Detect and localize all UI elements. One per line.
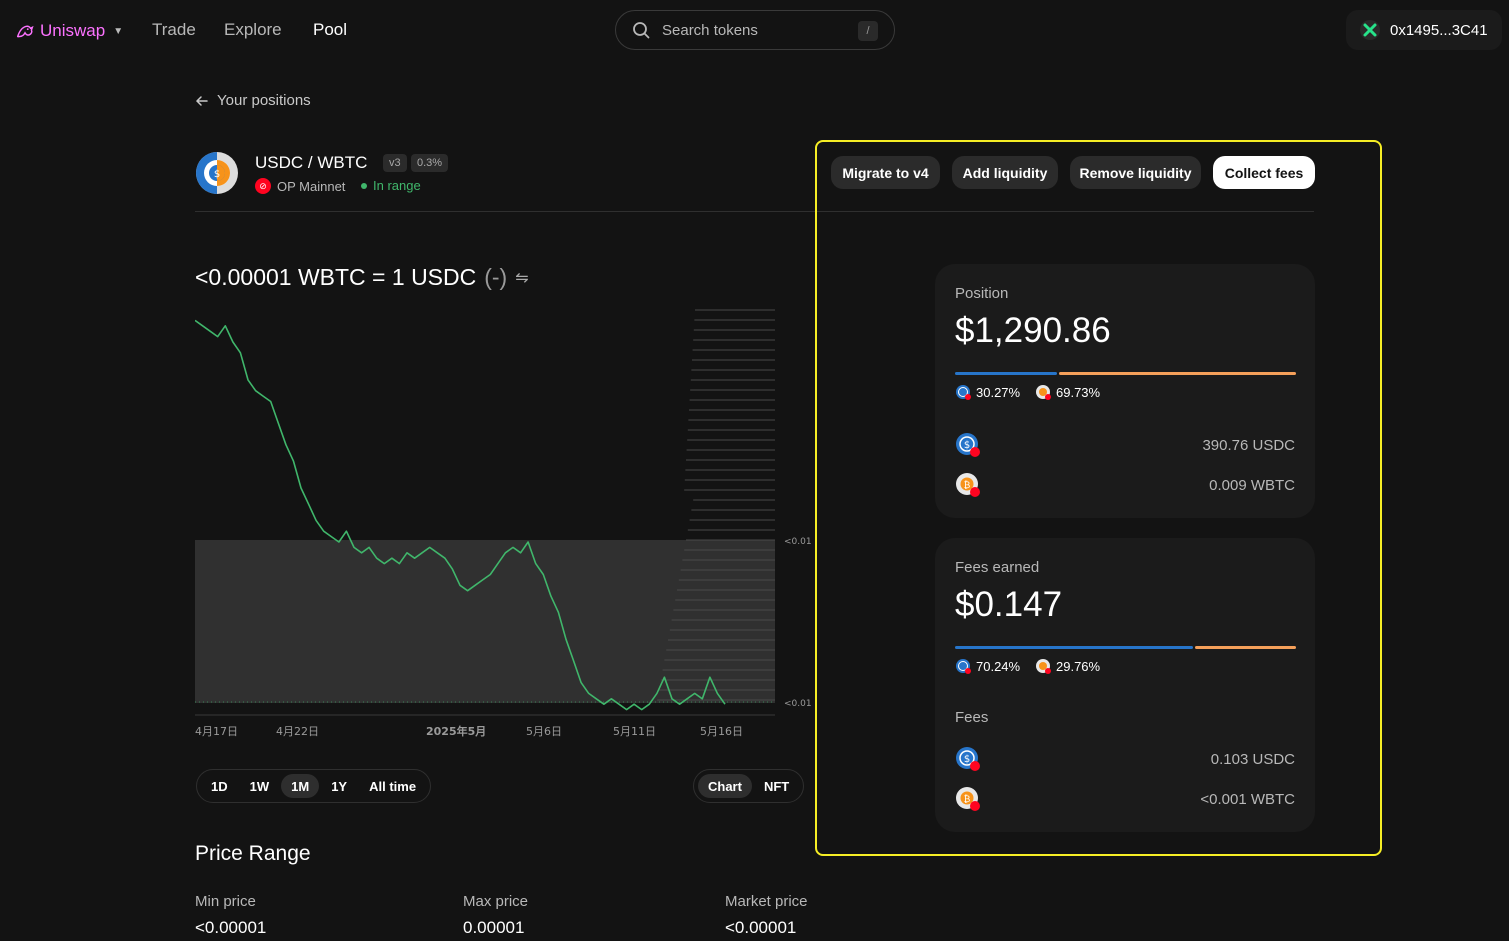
- status-badge: In range: [361, 178, 421, 193]
- x-tick-label: 2025年5月: [426, 724, 486, 738]
- wbtc-share-bar: [1059, 372, 1296, 375]
- pair-logo-icon: $: [196, 152, 238, 194]
- network-name: OP Mainnet: [277, 178, 346, 194]
- wbtc-amount: 0.009 WBTC: [1209, 477, 1295, 494]
- status-text: In range: [373, 178, 421, 193]
- nav-link-trade[interactable]: Trade: [152, 20, 196, 40]
- view-chart[interactable]: Chart: [698, 774, 752, 798]
- nav-link-explore[interactable]: Explore: [224, 20, 282, 40]
- price-chart[interactable]: 4月17日 4月22日 2025年5月 5月6日 5月11日 5月16日 <0.01 <0.0…: [195, 300, 820, 750]
- status-dot-icon: [361, 182, 367, 189]
- x-tick-label: 4月17日: [195, 725, 238, 738]
- max-price-value: 0.00001: [463, 918, 525, 937]
- wbtc-icon: ₿: [956, 787, 980, 811]
- x-tick-label: 5月6日: [526, 725, 562, 738]
- time-range-selector: 1D 1W 1M 1Y All time: [196, 769, 432, 803]
- usdc-share-pct: 30.27%: [976, 384, 1021, 400]
- x-tick-label: 5月11日: [613, 725, 656, 738]
- uniswap-logo[interactable]: Uniswap ▼: [14, 20, 123, 42]
- search-bar[interactable]: /: [615, 10, 895, 50]
- brand-name: Uniswap: [40, 21, 106, 40]
- usdc-icon: [956, 385, 971, 400]
- wallet-button[interactable]: 0x1495...3C41: [1346, 10, 1502, 50]
- fees-earned-value: $0.147: [955, 585, 1063, 624]
- usdc-fee-share-bar: [955, 646, 1193, 649]
- price-range-title: Price Range: [195, 842, 311, 865]
- unicorn-icon: [16, 25, 34, 38]
- header-divider: [195, 211, 1314, 212]
- time-range-all[interactable]: All time: [359, 774, 426, 798]
- range-band: [195, 540, 775, 703]
- wbtc-fee-amount: <0.001 WBTC: [1200, 791, 1295, 808]
- back-to-positions-link[interactable]: Your positions: [195, 92, 311, 109]
- wbtc-icon: [1036, 385, 1051, 400]
- fees-earned-label: Fees earned: [955, 559, 1040, 576]
- search-shortcut-key: /: [858, 21, 878, 41]
- time-range-1y[interactable]: 1Y: [321, 774, 357, 798]
- price-quote-text: <0.00001 WBTC = 1 USDC: [195, 264, 477, 290]
- chart-view-selector: Chart NFT: [693, 769, 805, 803]
- wbtc-share-pct: 69.73%: [1056, 384, 1101, 400]
- pair-name: USDC / WBTC: [255, 153, 368, 172]
- usdc-amount: 390.76 USDC: [1202, 437, 1295, 454]
- min-price-value: <0.00001: [195, 918, 267, 937]
- svg-text:$: $: [964, 440, 970, 451]
- usdc-icon: [956, 659, 971, 674]
- usdc-fee-amount: 0.103 USDC: [1210, 751, 1295, 768]
- x-tick-label: 4月22日: [276, 725, 319, 738]
- svg-text:$: $: [964, 754, 970, 765]
- svg-text:$: $: [214, 169, 220, 180]
- fees-card: Fees earned $0.147 70.24% 29.76% Fees $ …: [935, 538, 1315, 832]
- time-range-1d[interactable]: 1D: [201, 774, 238, 798]
- usdc-share-bar: [955, 372, 1057, 375]
- chevron-down-icon[interactable]: ▼: [113, 26, 123, 37]
- search-icon: [633, 22, 650, 39]
- back-label: Your positions: [217, 92, 311, 109]
- svg-text:₿: ₿: [964, 794, 971, 805]
- network-label: ⊘ OP Mainnet: [255, 178, 345, 194]
- price-change: (-): [484, 264, 508, 290]
- search-input[interactable]: [662, 21, 842, 39]
- usdc-icon: $: [956, 747, 980, 771]
- position-label: Position: [955, 285, 1009, 302]
- y-tick-label: <0.01: [784, 699, 812, 709]
- usdc-fee-share-pct: 70.24%: [976, 658, 1021, 674]
- arrow-left-icon: [195, 95, 208, 106]
- optimism-icon: ⊘: [255, 178, 271, 194]
- fee-tier-badge: 0.3%: [411, 154, 449, 172]
- price-quote: <0.00001 WBTC = 1 USDC (-) ⇋: [195, 264, 529, 291]
- migrate-to-v4-button[interactable]: Migrate to v4: [831, 156, 940, 189]
- time-range-1m[interactable]: 1M: [281, 774, 320, 798]
- svg-text:₿: ₿: [964, 480, 971, 491]
- wbtc-fee-share: 29.76%: [1035, 658, 1100, 674]
- position-card: Position $1,290.86 30.27% 69.73% $ 390.7…: [935, 264, 1315, 518]
- min-price-label: Min price: [195, 893, 256, 910]
- usdc-share: 30.27%: [955, 384, 1020, 400]
- wbtc-fee-share-pct: 29.76%: [1056, 658, 1101, 674]
- add-liquidity-button[interactable]: Add liquidity: [952, 156, 1058, 189]
- collect-fees-button[interactable]: Collect fees: [1213, 156, 1315, 189]
- version-badge: v3: [383, 154, 407, 172]
- usdc-icon: $: [956, 433, 980, 457]
- fees-section-label: Fees: [955, 709, 989, 726]
- market-price-value: <0.00001: [725, 918, 797, 937]
- wbtc-icon: [1036, 659, 1051, 674]
- swap-direction-icon[interactable]: ⇋: [515, 268, 528, 288]
- max-price-label: Max price: [463, 893, 529, 910]
- wbtc-icon: ₿: [956, 473, 980, 497]
- nav-link-pool[interactable]: Pool: [313, 20, 347, 40]
- view-nft[interactable]: NFT: [754, 774, 799, 798]
- wallet-address: 0x1495...3C41: [1390, 21, 1488, 39]
- wbtc-share: 69.73%: [1035, 384, 1100, 400]
- x-tick-label: 5月16日: [700, 725, 743, 738]
- position-value: $1,290.86: [955, 311, 1111, 350]
- market-price-label: Market price: [725, 893, 808, 910]
- time-range-1w[interactable]: 1W: [240, 774, 280, 798]
- top-nav: Uniswap ▼ Trade Explore Pool / 0x1495...…: [0, 0, 1509, 60]
- remove-liquidity-button[interactable]: Remove liquidity: [1070, 156, 1201, 189]
- wbtc-fee-share-bar: [1195, 646, 1296, 649]
- usdc-fee-share: 70.24%: [955, 658, 1020, 674]
- wallet-avatar-icon: [1360, 20, 1380, 40]
- y-tick-label: <0.01: [784, 537, 812, 547]
